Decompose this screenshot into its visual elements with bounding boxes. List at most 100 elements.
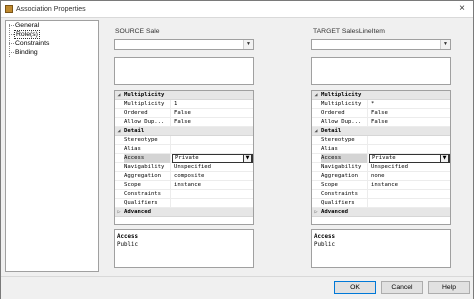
source-property-alias[interactable]: Alias [115,145,253,154]
property-value[interactable]: False [172,118,253,127]
cancel-button[interactable]: Cancel [381,281,423,294]
source-property-access[interactable]: Access Private ▼ [115,154,253,163]
tree-item-binding[interactable]: Binding [14,48,39,57]
property-value[interactable]: 1 [172,100,253,109]
property-name: Navigability [321,163,368,172]
property-name: Multiplicity [321,100,368,109]
property-value[interactable]: False [172,109,253,118]
source-property-ordered[interactable]: Ordered False [115,109,253,118]
source-notes-field[interactable] [114,57,254,85]
property-name: Aggregation [124,172,171,181]
target-property-grid: ◢ Multiplicity Multiplicity * Ordered False Al… [311,90,451,225]
dialog-footer: OK Cancel Help [1,276,473,299]
property-value-text: instance [174,182,201,188]
tree-item-roles[interactable]: Role(s) [14,30,40,39]
chevron-down-icon[interactable]: ▼ [440,40,450,49]
property-value[interactable] [172,199,253,208]
target-property-multiplicity[interactable]: Multiplicity * [312,100,450,109]
category-label: Advanced [124,209,151,215]
property-value[interactable] [172,145,253,154]
source-property-stereotype[interactable]: Stereotype [115,136,253,145]
property-value[interactable]: False [369,109,450,118]
property-value[interactable]: Unspecified [369,163,450,172]
target-category-multiplicity[interactable]: ◢ Multiplicity [312,91,450,100]
property-value[interactable]: Private ▼ [369,154,450,163]
source-category-multiplicity[interactable]: ◢ Multiplicity [115,91,253,100]
target-property-allow-dup[interactable]: Allow Dup... False [312,118,450,127]
expand-toggle-icon[interactable]: ▷ [313,208,319,217]
property-value[interactable]: none [369,172,450,181]
property-value[interactable] [172,190,253,199]
target-property-scope[interactable]: Scope instance [312,181,450,190]
tree-item-constraints[interactable]: Constraints [14,39,50,48]
expand-toggle-icon[interactable]: ◢ [116,91,122,100]
expand-toggle-icon[interactable]: ◢ [116,127,122,136]
property-value[interactable] [369,136,450,145]
target-property-alias[interactable]: Alias [312,145,450,154]
source-property-qualifiers[interactable]: Qualifiers [115,199,253,208]
source-property-scope[interactable]: Scope instance [115,181,253,190]
target-property-navigability[interactable]: Navigability Unspecified [312,163,450,172]
source-role-combo[interactable]: ▼ [114,39,254,50]
source-description-title: Access [117,234,138,240]
source-property-multiplicity[interactable]: Multiplicity 1 [115,100,253,109]
property-value[interactable] [369,190,450,199]
expand-toggle-icon[interactable]: ◢ [313,91,319,100]
property-value[interactable]: instance [172,181,253,190]
source-property-constraints[interactable]: Constraints [115,190,253,199]
source-property-aggregation[interactable]: Aggregation composite [115,172,253,181]
tree-item-general[interactable]: General [14,21,40,30]
target-property-qualifiers[interactable]: Qualifiers [312,199,450,208]
target-property-ordered[interactable]: Ordered False [312,109,450,118]
chevron-down-icon[interactable]: ▼ [243,40,253,49]
target-description-panel: Access Public [311,229,451,268]
category-label: Detail [321,128,342,134]
property-value[interactable] [172,136,253,145]
target-role-combo[interactable]: ▼ [311,39,451,50]
property-name: Access [124,154,171,163]
property-name: Ordered [124,109,171,118]
target-category-detail[interactable]: ◢ Detail [312,127,450,136]
property-name: Ordered [321,109,368,118]
source-category-detail[interactable]: ◢ Detail [115,127,253,136]
chevron-down-icon[interactable]: ▼ [243,155,252,162]
property-value-text: 1 [174,101,178,107]
property-name: Alias [321,145,368,154]
category-label: Advanced [321,209,348,215]
property-value-text: none [371,173,385,179]
property-value[interactable]: Private ▼ [172,154,253,163]
target-label: TARGET SalesLineItem [313,28,385,35]
property-value[interactable] [369,145,450,154]
close-icon[interactable]: × [455,3,469,15]
target-property-stereotype[interactable]: Stereotype [312,136,450,145]
target-notes-field[interactable] [311,57,451,85]
ok-button[interactable]: OK [334,281,376,294]
property-value[interactable]: * [369,100,450,109]
target-property-access[interactable]: Access Private ▼ [312,154,450,163]
property-name: Stereotype [124,136,171,145]
property-name: Stereotype [321,136,368,145]
property-name: Scope [124,181,171,190]
property-value[interactable] [369,199,450,208]
expand-toggle-icon[interactable]: ▷ [116,208,122,217]
target-category-advanced[interactable]: ▷ Advanced [312,208,450,217]
property-value[interactable]: False [369,118,450,127]
property-value[interactable]: instance [369,181,450,190]
property-name: Alias [124,145,171,154]
property-value[interactable]: composite [172,172,253,181]
source-property-navigability[interactable]: Navigability Unspecified [115,163,253,172]
app-icon [5,5,13,13]
property-name: Constraints [321,190,368,199]
source-category-advanced[interactable]: ▷ Advanced [115,208,253,217]
source-label: SOURCE Sale [115,28,160,35]
target-property-constraints[interactable]: Constraints [312,190,450,199]
property-value-text: composite [174,173,205,179]
help-button[interactable]: Help [428,281,470,294]
chevron-down-icon[interactable]: ▼ [440,155,449,162]
property-value[interactable]: Unspecified [172,163,253,172]
association-properties-dialog: Association Properties × General Role(s)… [0,0,474,299]
source-property-allow-dup[interactable]: Allow Dup... False [115,118,253,127]
expand-toggle-icon[interactable]: ◢ [313,127,319,136]
property-value-text: False [174,119,191,125]
target-property-aggregation[interactable]: Aggregation none [312,172,450,181]
